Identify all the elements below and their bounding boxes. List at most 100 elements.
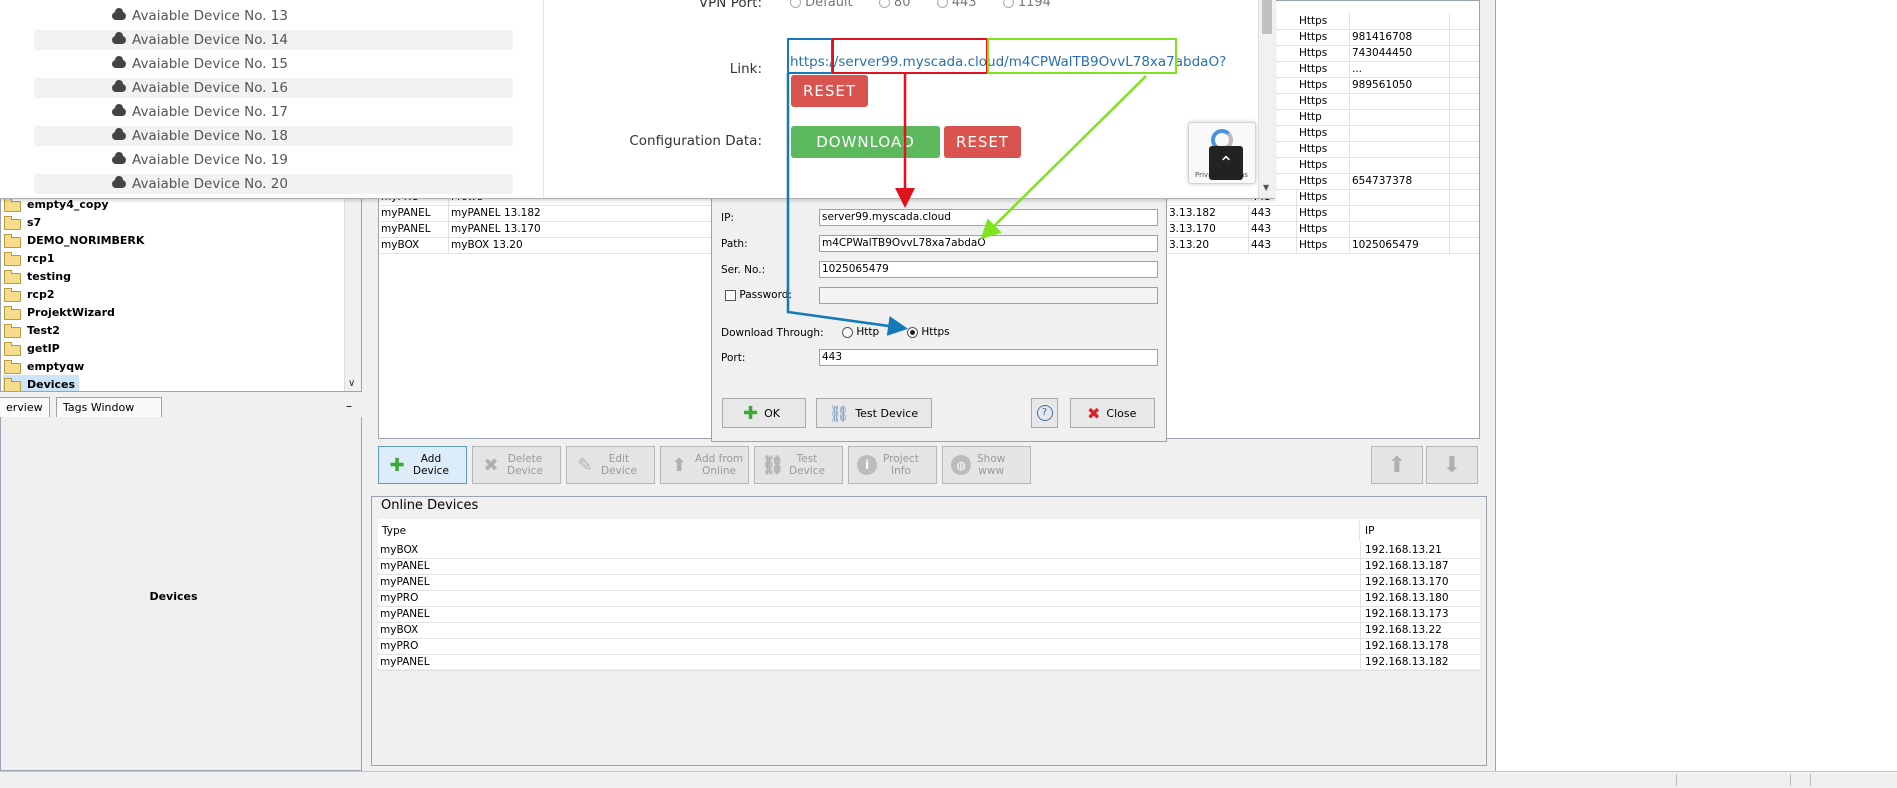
tree-item-emptyqw[interactable]: emptyqw xyxy=(3,357,84,375)
path-input[interactable]: m4CPWalTB9OvvL78xa7abdaO xyxy=(819,235,1158,252)
tab-tags-window[interactable]: Tags Window xyxy=(56,397,162,417)
vpn-option-80[interactable]: 80 xyxy=(878,0,910,10)
cloud-icon xyxy=(112,176,126,188)
show-www-button[interactable]: ◍ Show www xyxy=(942,446,1031,484)
tree-item-test2[interactable]: Test2 xyxy=(3,321,60,339)
http-radio-option[interactable]: Http xyxy=(842,326,879,338)
device-list-item[interactable]: Avaiable Device No. 15 xyxy=(34,54,513,74)
folder-icon xyxy=(3,270,21,284)
web-scrollbar[interactable]: ▼ xyxy=(1258,0,1276,198)
ok-button[interactable]: ✚ OK xyxy=(722,398,806,428)
password-label: Password: xyxy=(739,289,792,301)
folder-icon xyxy=(3,324,21,338)
vpn-radio[interactable] xyxy=(936,0,948,8)
tree-item-rcp1[interactable]: rcp1 xyxy=(3,249,54,267)
tree-item-label: s7 xyxy=(27,215,42,229)
edit-device-button[interactable]: ✎ Edit Device xyxy=(566,446,655,484)
project-info-button[interactable]: i Project Info xyxy=(848,446,937,484)
add-device-button[interactable]: ✚ Add Device xyxy=(378,446,467,484)
vpn-radio[interactable] xyxy=(790,0,801,8)
folder-icon xyxy=(3,216,21,230)
ip-input[interactable]: server99.myscada.cloud xyxy=(819,209,1158,226)
type-cell: myPANEL xyxy=(378,574,1361,590)
device-link[interactable]: https://server99.myscada.cloud/m4CPWalTB… xyxy=(790,54,1226,70)
move-up-button[interactable]: ⬆ xyxy=(1371,446,1423,484)
device-list-item[interactable]: Avaiable Device No. 20 xyxy=(34,174,513,194)
https-radio[interactable] xyxy=(907,326,918,338)
web-divider xyxy=(543,0,544,198)
port-input[interactable]: 443 xyxy=(819,349,1158,366)
tree-item-getip[interactable]: getIP xyxy=(3,339,60,357)
button-label: OK xyxy=(764,406,780,420)
device-list-item[interactable]: Avaiable Device No. 18 xyxy=(34,126,513,146)
help-button[interactable]: ? xyxy=(1031,398,1058,428)
vpn-radio[interactable] xyxy=(1002,0,1014,8)
device-list-item[interactable]: Avaiable Device No. 16 xyxy=(34,78,513,98)
table-row[interactable]: myPRO 192.168.13.180 xyxy=(378,590,1480,607)
vpn-option-1194[interactable]: 1194 xyxy=(1002,0,1051,10)
https-radio-option[interactable]: Https xyxy=(907,326,950,338)
device-list-item[interactable]: Avaiable Device No. 13 xyxy=(34,6,513,26)
reset-config-button[interactable]: RESET xyxy=(944,126,1021,158)
right-pane xyxy=(1495,0,1897,771)
tree-item-devices[interactable]: Devices xyxy=(3,375,80,391)
download-button[interactable]: DOWNLOAD xyxy=(791,126,940,158)
close-button[interactable]: ✖ Close xyxy=(1070,398,1155,428)
scroll-to-top-button[interactable]: ⌃ xyxy=(1209,146,1243,180)
tree-item-rcp2[interactable]: rcp2 xyxy=(3,285,54,303)
test-device-toolbar-button[interactable]: ⛓ Test Device xyxy=(754,446,843,484)
move-down-button[interactable]: ⬇ xyxy=(1426,446,1478,484)
password-input[interactable] xyxy=(819,287,1158,304)
device-list-label: Avaiable Device No. 19 xyxy=(132,152,288,168)
table-row[interactable]: myBOX 192.168.13.22 xyxy=(378,622,1480,639)
scroll-down-icon[interactable]: ▼ xyxy=(1263,183,1269,192)
plus-icon: ✚ xyxy=(389,454,405,476)
column-header-ip[interactable]: IP xyxy=(1361,521,1471,541)
serial-input[interactable]: 1025065479 xyxy=(819,261,1158,278)
device-list-label: Avaiable Device No. 14 xyxy=(132,32,288,48)
minimize-icon[interactable]: – xyxy=(342,397,356,416)
link-icon: ⛓ xyxy=(829,403,850,423)
reset-link-button[interactable]: RESET xyxy=(791,75,868,107)
add-from-online-button[interactable]: ⬆ Add from Online xyxy=(660,446,749,484)
tree-item-label: ProjektWizard xyxy=(27,305,115,319)
tree-item-label: testing xyxy=(27,269,71,283)
delete-device-button[interactable]: ✖ Delete Device xyxy=(472,446,561,484)
vpn-option-443[interactable]: 443 xyxy=(936,0,977,10)
table-row[interactable]: myPANEL 192.168.13.182 xyxy=(378,654,1480,671)
serial-cell: 654737378 xyxy=(1350,173,1450,189)
status-divider xyxy=(1676,774,1677,786)
test-device-button[interactable]: ⛓ Test Device xyxy=(816,398,932,428)
device-list-item[interactable]: Avaiable Device No. 14 xyxy=(34,30,513,50)
device-list-item[interactable]: Avaiable Device No. 19 xyxy=(34,150,513,170)
password-checkbox-row[interactable]: Password: xyxy=(725,289,792,301)
arrow-up-icon: ⬆ xyxy=(671,454,687,476)
column-header-type[interactable]: Type xyxy=(380,521,1360,541)
table-row[interactable]: myPRO 192.168.13.178 xyxy=(378,638,1480,655)
tree-item-projektwizard[interactable]: ProjektWizard xyxy=(3,303,115,321)
info-panel: Devices xyxy=(0,417,362,771)
tree-item-label: DEMO_NORIMBERK xyxy=(27,233,145,247)
scroll-thumb[interactable] xyxy=(1262,0,1272,34)
password-checkbox[interactable] xyxy=(725,289,736,301)
vpn-option-default[interactable]: Default xyxy=(790,0,853,10)
table-row[interactable]: myBOX 192.168.13.21 xyxy=(378,542,1480,559)
serial-cell xyxy=(1350,221,1450,237)
path-label: Path: xyxy=(721,238,748,250)
tree-item-testing[interactable]: testing xyxy=(3,267,71,285)
device-list-label: Avaiable Device No. 15 xyxy=(132,56,288,72)
vpn-radio[interactable] xyxy=(878,0,890,8)
table-row[interactable]: myPANEL 192.168.13.187 xyxy=(378,558,1480,575)
tab-overview[interactable]: erview xyxy=(0,397,50,417)
table-row[interactable]: myPANEL 192.168.13.173 xyxy=(378,606,1480,623)
http-radio[interactable] xyxy=(842,326,853,338)
tree-item-demo-norimberk[interactable]: DEMO_NORIMBERK xyxy=(3,231,144,249)
serial-cell xyxy=(1350,93,1450,109)
tree-item-s7[interactable]: s7 xyxy=(3,213,41,231)
protocol-cell: Https xyxy=(1297,221,1350,237)
chevron-down-icon[interactable]: ∨ xyxy=(348,378,355,389)
table-row[interactable]: myPANEL 192.168.13.170 xyxy=(378,574,1480,591)
device-list-item[interactable]: Avaiable Device No. 17 xyxy=(34,102,513,122)
help-icon: ? xyxy=(1036,405,1053,421)
button-label: Show www xyxy=(977,453,1006,477)
